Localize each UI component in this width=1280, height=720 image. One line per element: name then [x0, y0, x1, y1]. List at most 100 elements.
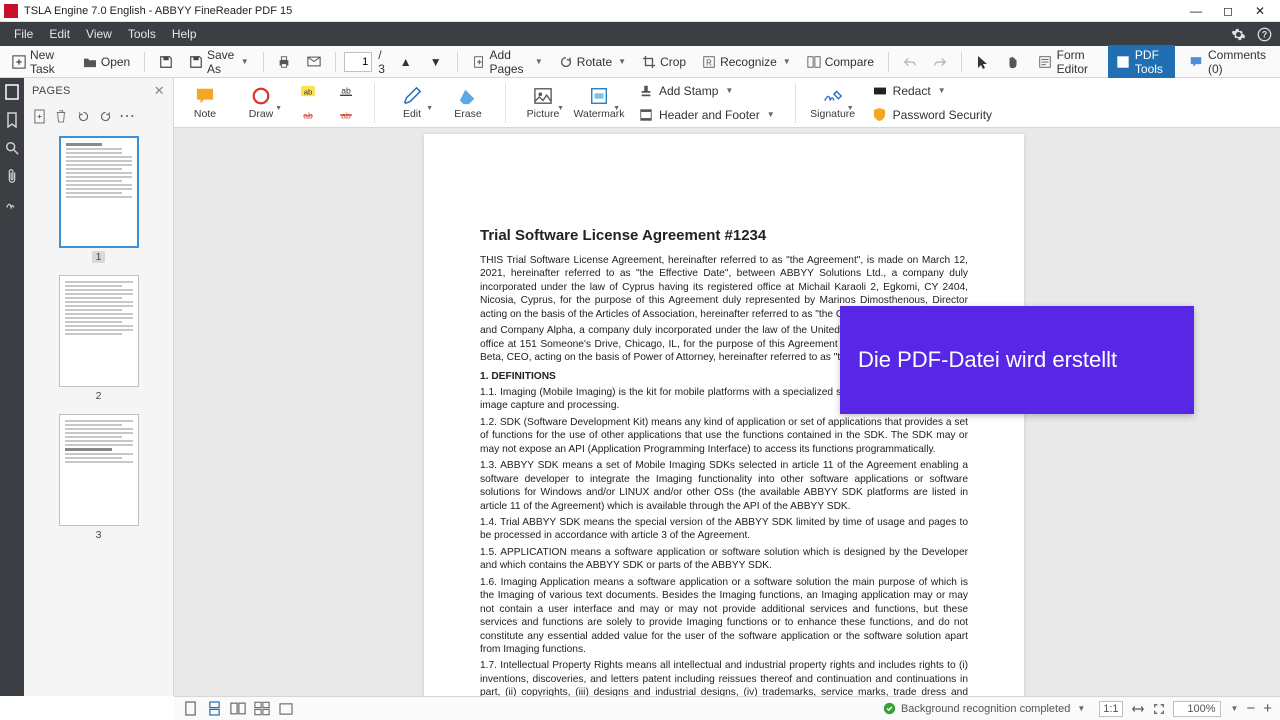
menu-file[interactable]: File — [6, 22, 41, 46]
menu-tools[interactable]: Tools — [120, 22, 164, 46]
underline-icon: ab — [338, 83, 354, 99]
page-down-button[interactable]: ▼ — [423, 52, 449, 72]
view-single-icon[interactable] — [182, 701, 198, 717]
highlight-icon: ab — [300, 83, 316, 99]
undo-button[interactable] — [897, 52, 923, 72]
form-editor-button[interactable]: Form Editor — [1030, 45, 1102, 79]
comments-label: Comments (0) — [1208, 48, 1266, 76]
menu-edit[interactable]: Edit — [41, 22, 78, 46]
pdf-tools-button[interactable]: PDF Tools — [1108, 45, 1175, 79]
pages-rotate-right-icon[interactable] — [98, 109, 112, 123]
pdf-tools-icon — [1116, 55, 1130, 69]
pdf-tools-label: PDF Tools — [1135, 48, 1167, 76]
header-footer-button[interactable]: Header and Footer▼ — [632, 104, 781, 126]
rail-signatures-icon[interactable] — [4, 196, 20, 212]
new-task-button[interactable]: New Task — [6, 45, 73, 79]
pages-more-icon[interactable]: ⋯ — [120, 109, 134, 123]
zoom-ratio[interactable]: 1:1 — [1099, 701, 1122, 717]
add-stamp-label: Add Stamp — [659, 84, 718, 98]
svg-text:R: R — [706, 58, 712, 67]
redo-icon — [933, 55, 947, 69]
cursor-button[interactable] — [970, 52, 996, 72]
doc-title: Trial Software License Agreement #1234 — [480, 226, 968, 246]
erase-button[interactable]: Erase — [445, 80, 491, 126]
arrow-up-icon: ▲ — [399, 55, 413, 69]
zoom-in-button[interactable]: + — [1263, 700, 1272, 717]
hand-button[interactable] — [1000, 52, 1026, 72]
view-continuous-icon[interactable] — [206, 701, 222, 717]
add-stamp-button[interactable]: Add Stamp▼ — [632, 80, 781, 102]
page-thumb-3[interactable]: 3 — [59, 414, 139, 541]
doc-clause-1-2: 1.2. SDK (Software Development Kit) mean… — [480, 416, 968, 456]
save-dropdown[interactable]: Save As▼ — [183, 45, 255, 79]
note-label: Note — [194, 108, 216, 120]
maximize-button[interactable]: ◻ — [1212, 0, 1244, 22]
strikethrough-icon: ab — [300, 107, 316, 123]
rail-bookmarks-icon[interactable] — [4, 112, 20, 128]
redo-button[interactable] — [927, 52, 953, 72]
draw-button[interactable]: Draw▼ — [238, 80, 284, 126]
pages-add-icon[interactable] — [32, 109, 46, 123]
page-number-input[interactable] — [344, 52, 372, 72]
watermark-button[interactable]: Watermark▼ — [576, 80, 622, 126]
note-button[interactable]: Note — [182, 80, 228, 126]
rail-pages-icon[interactable] — [4, 84, 20, 100]
rail-attachments-icon[interactable] — [4, 168, 20, 184]
view-two-page-icon[interactable] — [230, 701, 246, 717]
fit-width-icon[interactable] — [1131, 703, 1145, 715]
zoom-value[interactable]: 100% — [1173, 701, 1221, 717]
recognize-button[interactable]: RRecognize▼ — [696, 52, 797, 72]
signature-button[interactable]: Signature▼ — [810, 80, 856, 126]
redact-button[interactable]: Redact▼ — [866, 80, 998, 102]
help-icon[interactable]: ? — [1254, 24, 1274, 44]
page-thumb-1[interactable]: 1 — [59, 136, 139, 263]
page-thumb-2[interactable]: 2 — [59, 275, 139, 402]
view-two-continuous-icon[interactable] — [254, 701, 270, 717]
pages-delete-icon[interactable] — [54, 109, 68, 123]
fit-page-icon[interactable] — [1153, 703, 1165, 715]
picture-button[interactable]: Picture▼ — [520, 80, 566, 126]
pages-panel-close[interactable]: ✕ — [154, 83, 165, 99]
doc-clause-1-6: 1.6. Imaging Application means a softwar… — [480, 576, 968, 657]
rotate-icon — [559, 55, 573, 69]
redact-icon — [872, 83, 888, 99]
comments-button[interactable]: Comments (0) — [1181, 45, 1274, 79]
rotate-button[interactable]: Rotate▼ — [553, 52, 632, 72]
highlight-button[interactable]: ab — [294, 80, 322, 102]
document-page: Trial Software License Agreement #1234 T… — [424, 134, 1024, 696]
strikethrough-button[interactable]: ab — [294, 104, 322, 126]
view-fullscreen-icon[interactable] — [278, 701, 294, 717]
email-button[interactable] — [301, 52, 327, 72]
password-security-button[interactable]: Password Security — [866, 104, 998, 126]
edit-button[interactable]: Edit▼ — [389, 80, 435, 126]
doc-clause-1-4: 1.4. Trial ABBYY SDK means the special v… — [480, 516, 968, 543]
picture-icon — [532, 85, 554, 107]
pages-panel: PAGES ✕ ⋯ 1 2 3 — [24, 78, 174, 696]
rail-search-icon[interactable] — [4, 140, 20, 156]
underline-button[interactable]: ab — [332, 80, 360, 102]
add-pages-button[interactable]: Add Pages▼ — [466, 45, 549, 79]
page-up-button[interactable]: ▲ — [393, 52, 419, 72]
minimize-button[interactable]: — — [1180, 0, 1212, 22]
print-button[interactable] — [271, 52, 297, 72]
save-button[interactable] — [153, 52, 179, 72]
arrow-down-icon: ▼ — [429, 55, 443, 69]
comments-icon — [1189, 55, 1203, 68]
svg-text:?: ? — [1261, 29, 1266, 39]
close-button[interactable]: ✕ — [1244, 0, 1276, 22]
pages-rotate-left-icon[interactable] — [76, 109, 90, 123]
settings-icon[interactable] — [1228, 24, 1248, 44]
password-security-label: Password Security — [893, 108, 992, 122]
form-editor-label: Form Editor — [1057, 48, 1094, 76]
email-icon — [307, 55, 321, 69]
menu-help[interactable]: Help — [164, 22, 205, 46]
open-icon — [83, 55, 97, 69]
strike-red-button[interactable]: ab — [332, 104, 360, 126]
pages-panel-title: PAGES — [32, 85, 71, 97]
zoom-out-button[interactable]: − — [1246, 700, 1255, 717]
crop-button[interactable]: Crop — [636, 52, 692, 72]
compare-button[interactable]: Compare — [801, 52, 880, 72]
svg-text:ab: ab — [304, 87, 313, 96]
menu-view[interactable]: View — [78, 22, 120, 46]
open-button[interactable]: Open — [77, 52, 136, 72]
